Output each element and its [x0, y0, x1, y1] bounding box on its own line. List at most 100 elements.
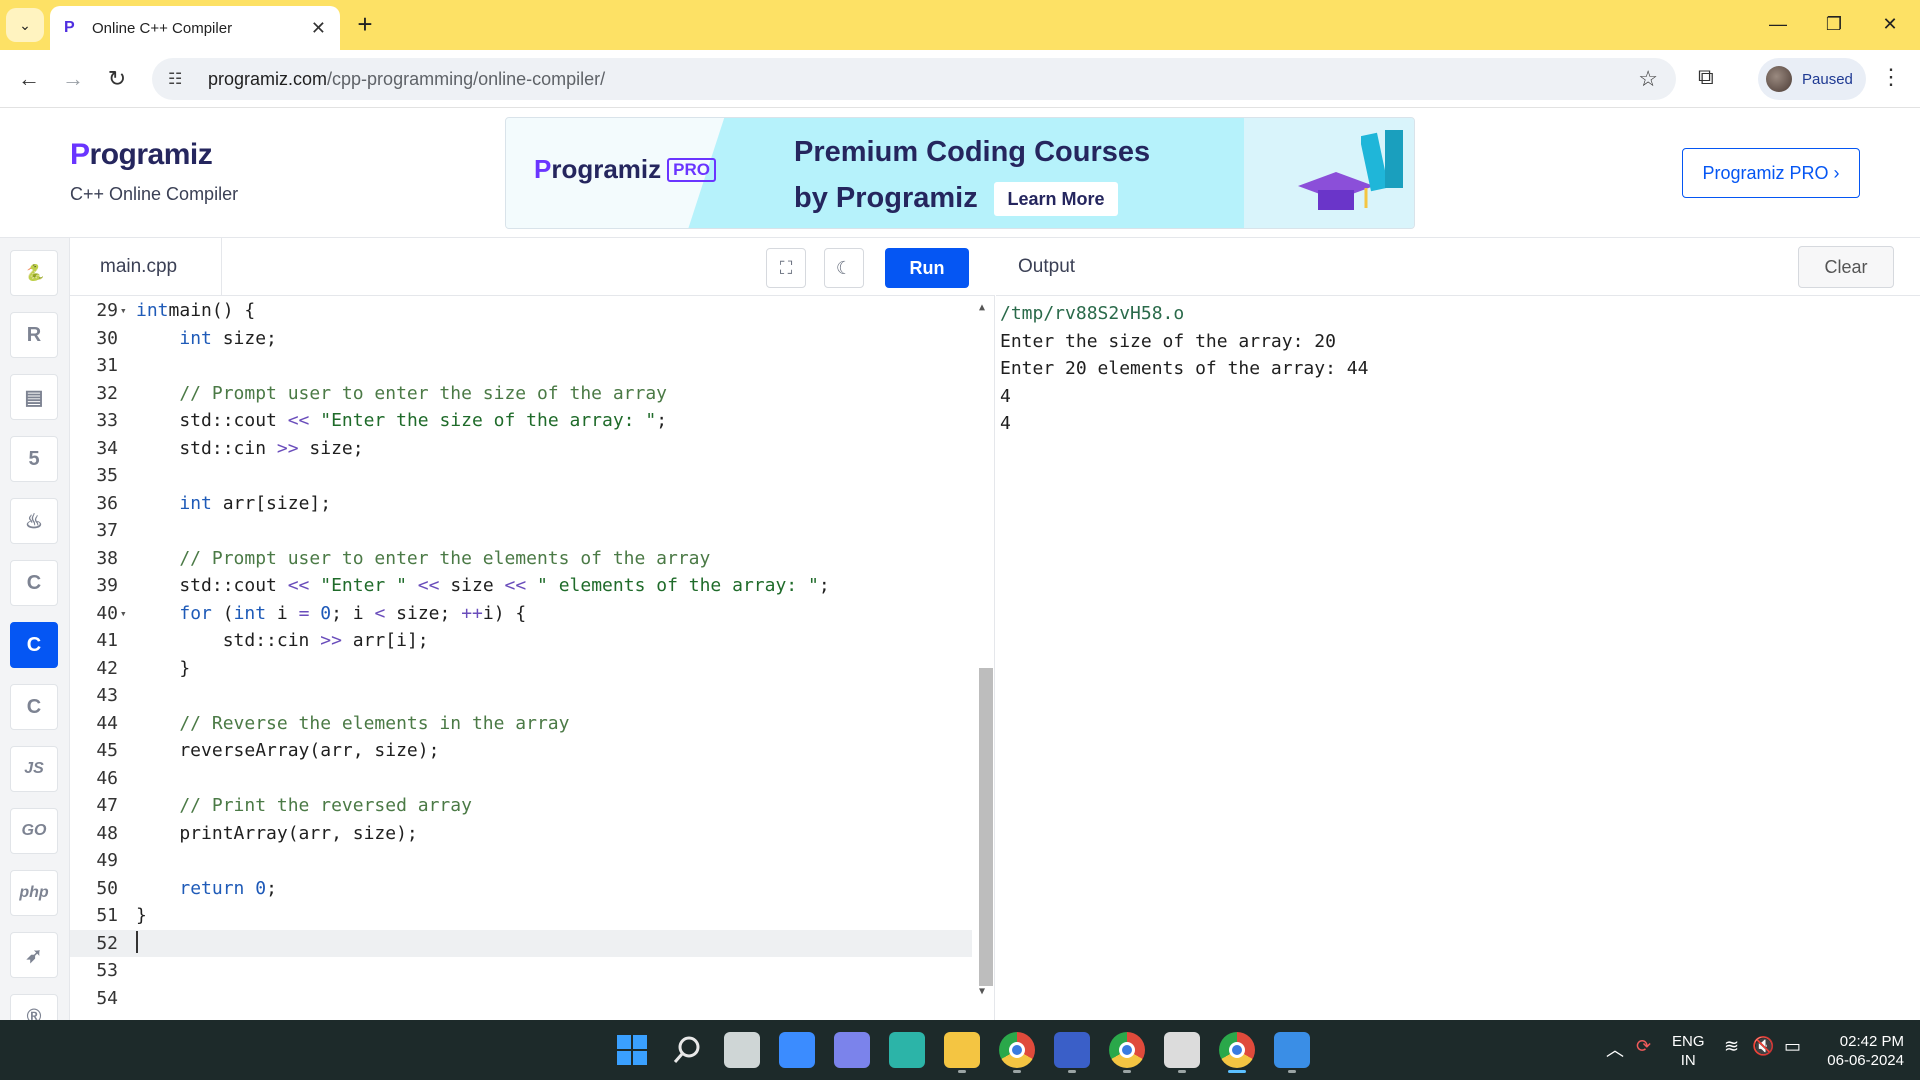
widgets-icon[interactable]	[779, 1032, 815, 1068]
chrome-profile-icon[interactable]	[1109, 1032, 1145, 1068]
code-line[interactable]: 51}	[70, 902, 972, 930]
file-explorer-icon[interactable]	[944, 1032, 980, 1068]
site-info-icon[interactable]: ☷	[168, 69, 192, 89]
input-language[interactable]: ENG IN	[1672, 1032, 1705, 1070]
code-text: std::cin >> size;	[136, 435, 363, 463]
language-button-csharp[interactable]: C	[10, 684, 58, 730]
start-icon[interactable]	[614, 1032, 650, 1068]
code-line[interactable]: 33 std::cout << "Enter the size of the a…	[70, 407, 972, 435]
cpp-icon: C	[26, 633, 42, 656]
language-button-java[interactable]: ♨	[10, 498, 58, 544]
chrome-active-icon[interactable]	[1219, 1032, 1255, 1068]
language-button-c[interactable]: C	[10, 560, 58, 606]
code-line[interactable]: 31	[70, 352, 972, 380]
language-button-swift[interactable]: ➶	[10, 932, 58, 978]
language-button-html[interactable]: 5	[10, 436, 58, 482]
minimize-button[interactable]: —	[1758, 10, 1798, 40]
code-line[interactable]: 34 std::cin >> size;	[70, 435, 972, 463]
wifi-icon[interactable]: ≋	[1724, 1036, 1739, 1057]
run-button[interactable]: Run	[885, 248, 969, 288]
language-button-js[interactable]: JS	[10, 746, 58, 792]
code-token: size;	[385, 602, 462, 624]
language-button-php[interactable]: php	[10, 870, 58, 916]
scrollbar-thumb[interactable]	[979, 668, 993, 986]
r-icon: R	[26, 323, 42, 346]
language-button-python[interactable]: 🐍	[10, 250, 58, 296]
code-line[interactable]: 36 int arr[size];	[70, 490, 972, 518]
fullscreen-button[interactable]: ⛶	[766, 248, 806, 288]
line-number: 51	[96, 905, 118, 926]
chevron-up-icon[interactable]: ︿	[1606, 1036, 1624, 1062]
code-line[interactable]: 35	[70, 462, 972, 490]
code-line[interactable]: 44 // Reverse the elements in the array	[70, 710, 972, 738]
restore-button[interactable]: ❐	[1814, 10, 1854, 40]
banner-bg-mid	[687, 118, 1285, 228]
code-line[interactable]: 52	[70, 929, 972, 957]
scroll-down-icon[interactable]: ▼	[979, 986, 985, 997]
dev-icon[interactable]	[1054, 1032, 1090, 1068]
code-line[interactable]: 42 }	[70, 655, 972, 683]
language-button-sql[interactable]: ▤	[10, 374, 58, 420]
language-button-r[interactable]: R	[10, 312, 58, 358]
editor-scrollbar[interactable]: ▲ ▼	[975, 296, 993, 1020]
code-line[interactable]: 49	[70, 847, 972, 875]
fold-arrow-icon[interactable]: ▾	[120, 297, 127, 325]
code-line[interactable]: 32 // Prompt user to enter the size of t…	[70, 380, 972, 408]
code-line[interactable]: 38 // Prompt user to enter the elements …	[70, 545, 972, 573]
code-line[interactable]: 39 std::cout << "Enter " << size << " el…	[70, 572, 972, 600]
code-line[interactable]: 40 ▾ for (int i = 0; i < size; ++i) {	[70, 600, 972, 628]
code-line[interactable]: 43	[70, 682, 972, 710]
code-line[interactable]: 50 return 0;	[70, 875, 972, 903]
code-line[interactable]: 29 ▾ intmain() {	[70, 297, 972, 325]
learn-more-button[interactable]: Learn More	[994, 182, 1118, 216]
code-line[interactable]: 45 reverseArray(arr, size);	[70, 737, 972, 765]
reload-button[interactable]: ↻	[102, 64, 132, 94]
browser-menu-icon[interactable]: ⋮	[1880, 64, 1902, 90]
code-line[interactable]: 54	[70, 985, 972, 1013]
system-clock[interactable]: 02:42 PM 06-06-2024	[1820, 1032, 1904, 1070]
file-tab-main-cpp[interactable]: main.cpp	[70, 238, 222, 296]
language-button-cpp[interactable]: C	[10, 622, 58, 668]
task-view-icon[interactable]	[724, 1032, 760, 1068]
new-tab-button[interactable]: +	[350, 10, 380, 40]
chrome-icon[interactable]	[999, 1032, 1035, 1068]
dark-mode-button[interactable]: ☾	[824, 248, 864, 288]
code-line[interactable]: 37	[70, 517, 972, 545]
profile-button[interactable]: Paused	[1758, 58, 1866, 100]
back-button[interactable]: ←	[14, 64, 44, 94]
code-line[interactable]: 48 printArray(arr, size);	[70, 820, 972, 848]
edge-icon[interactable]	[889, 1032, 925, 1068]
battery-icon[interactable]: ▭	[1784, 1036, 1801, 1057]
bookmark-star-icon[interactable]: ☆	[1638, 66, 1658, 92]
search-icon[interactable]	[669, 1032, 705, 1068]
teams-chat-icon[interactable]	[834, 1032, 870, 1068]
code-line[interactable]: 47 // Print the reversed array	[70, 792, 972, 820]
line-number: 36	[96, 492, 118, 514]
fold-arrow-icon[interactable]: ▾	[120, 600, 127, 628]
browser-tab[interactable]: P Online C++ Compiler ✕	[50, 6, 340, 50]
programiz-logo[interactable]: Programiz	[70, 138, 213, 172]
output-console[interactable]: /tmp/rv88S2vH58.o Enter the size of the a…	[996, 296, 1920, 1020]
code-line[interactable]: 41 std::cin >> arr[i];	[70, 627, 972, 655]
close-window-button[interactable]: ✕	[1870, 10, 1910, 40]
tab-search-button[interactable]: ⌄	[6, 8, 44, 42]
language-button-rust[interactable]: ®	[10, 994, 58, 1020]
scroll-up-icon[interactable]: ▲	[979, 302, 985, 313]
code-line[interactable]: 30 int size;	[70, 325, 972, 353]
code-line[interactable]: 53	[70, 957, 972, 985]
address-bar[interactable]: ☷ programiz.com/cpp-programming/online-c…	[152, 58, 1676, 100]
programiz-pro-button[interactable]: Programiz PRO ›	[1682, 148, 1860, 198]
photos-icon[interactable]	[1274, 1032, 1310, 1068]
language-button-go[interactable]: GO	[10, 808, 58, 854]
app-icon[interactable]	[1164, 1032, 1200, 1068]
forward-button[interactable]: →	[58, 64, 88, 94]
output-line: 4	[1000, 385, 1011, 407]
extensions-icon[interactable]: ⧉	[1698, 64, 1714, 90]
sync-icon[interactable]: ⟳	[1636, 1036, 1651, 1057]
clear-button[interactable]: Clear	[1798, 246, 1894, 288]
promo-banner[interactable]: Programiz PRO Premium Coding Courses by P…	[505, 117, 1415, 229]
code-line[interactable]: 46	[70, 765, 972, 793]
volume-muted-icon[interactable]: 🔇	[1752, 1036, 1774, 1057]
close-tab-icon[interactable]: ✕	[311, 18, 326, 39]
code-editor[interactable]: 54 53 52 51} 50 return 0; 49 48 printArray(arr…	[70, 296, 995, 1020]
